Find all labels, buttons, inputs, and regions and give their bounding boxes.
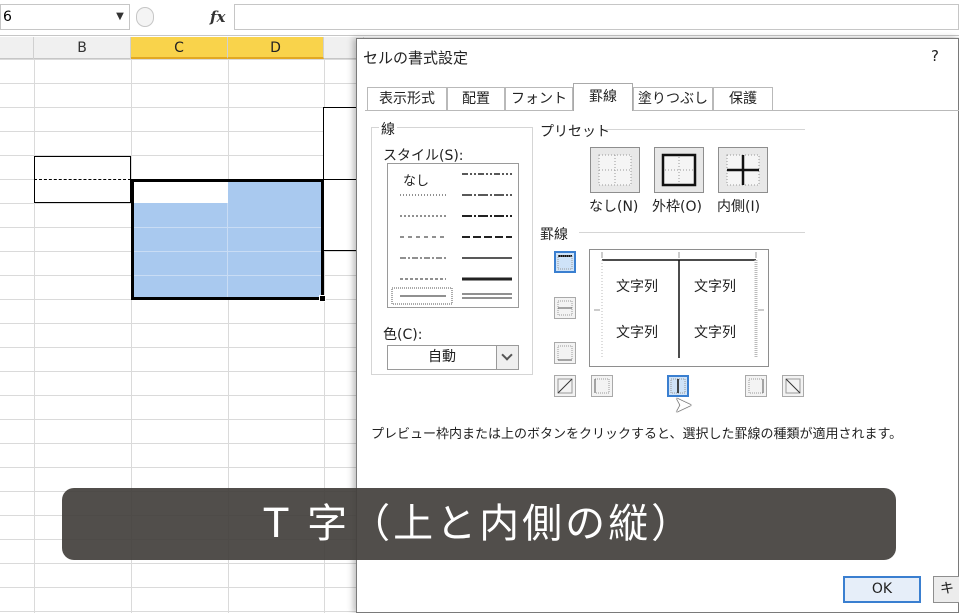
gridline-row bbox=[0, 587, 360, 588]
column-header-d[interactable]: D bbox=[228, 37, 324, 59]
fill-handle[interactable] bbox=[319, 295, 326, 302]
border-bottom-icon bbox=[557, 345, 573, 361]
cell-border-line bbox=[323, 179, 359, 180]
preset-inside-icon bbox=[726, 154, 760, 186]
formula-input[interactable] bbox=[234, 4, 959, 30]
gridline-row bbox=[0, 59, 360, 60]
gridline-row bbox=[0, 419, 360, 420]
preset-inside-button[interactable] bbox=[718, 147, 768, 193]
help-button[interactable]: ? bbox=[931, 47, 939, 65]
name-box-dropdown-icon[interactable]: ▼ bbox=[112, 4, 128, 30]
diagonal-down-icon bbox=[785, 378, 801, 394]
border-preview[interactable]: 文字列 文字列 文字列 文字列 bbox=[589, 249, 769, 367]
border-bottom-button[interactable] bbox=[554, 342, 576, 364]
preset-divider bbox=[605, 129, 805, 130]
active-cell[interactable] bbox=[131, 179, 228, 203]
gridline-row bbox=[0, 323, 360, 324]
preview-text: 文字列 bbox=[616, 325, 658, 341]
preset-outline-icon bbox=[661, 153, 697, 187]
preview-text: 文字列 bbox=[694, 325, 736, 341]
preset-outline-button[interactable] bbox=[654, 147, 704, 193]
color-dropdown[interactable]: 自動 bbox=[387, 345, 519, 370]
border-diagonal-up-button[interactable] bbox=[554, 375, 576, 397]
border-top-icon bbox=[557, 255, 573, 270]
border-diagonal-down-button[interactable] bbox=[782, 375, 804, 397]
color-dropdown-button[interactable] bbox=[496, 346, 518, 369]
preview-text: 文字列 bbox=[616, 279, 658, 295]
preset-none-icon bbox=[598, 154, 632, 186]
chevron-down-icon bbox=[501, 349, 513, 361]
caption-banner: T 字（上と内側の縦） bbox=[62, 488, 896, 560]
tab-number-format[interactable]: 表示形式 bbox=[367, 87, 447, 111]
gridline-row bbox=[0, 611, 360, 612]
border-description: プレビュー枠内または上のボタンをクリックすると、選択した罫線の種類が適用されます… bbox=[371, 427, 903, 442]
tab-border[interactable]: 罫線 bbox=[573, 83, 633, 111]
line-group-label: 線 bbox=[379, 119, 397, 139]
column-header-b[interactable]: B bbox=[34, 37, 131, 59]
border-left-button[interactable] bbox=[591, 375, 613, 397]
dialog-title: セルの書式設定 bbox=[363, 49, 469, 67]
gridline-row bbox=[0, 371, 360, 372]
mouse-pointer-icon: ➤ bbox=[674, 393, 693, 418]
column-header-c[interactable]: C bbox=[131, 37, 228, 59]
preview-text: 文字列 bbox=[694, 279, 736, 295]
dashed-border bbox=[34, 179, 131, 180]
gridline-column bbox=[34, 59, 35, 613]
preset-inside-label: 内側(I) bbox=[717, 199, 761, 215]
tab-font[interactable]: フォント bbox=[505, 87, 573, 111]
gridline-row bbox=[0, 395, 360, 396]
formula-controls: fx bbox=[132, 4, 232, 30]
gridline-row bbox=[0, 83, 360, 84]
formula-bar: 6 ▼ fx bbox=[0, 0, 959, 36]
gridline-row bbox=[0, 347, 360, 348]
color-label: 色(C): bbox=[383, 327, 423, 343]
insert-function-button[interactable]: fx bbox=[210, 4, 225, 30]
name-box[interactable]: 6 bbox=[0, 4, 130, 30]
border-divider bbox=[579, 232, 805, 233]
tab-protection[interactable]: 保護 bbox=[713, 87, 773, 111]
tab-alignment[interactable]: 配置 bbox=[447, 87, 505, 111]
border-right-button[interactable] bbox=[745, 375, 767, 397]
border-preview-lines bbox=[594, 252, 764, 358]
preset-none-label: なし(N) bbox=[589, 199, 639, 215]
preset-outline-label: 外枠(O) bbox=[652, 199, 702, 215]
border-inside-horizontal-icon bbox=[557, 300, 573, 316]
preset-none-button[interactable] bbox=[590, 147, 640, 193]
ok-button[interactable]: OK bbox=[843, 576, 921, 603]
column-header-a[interactable] bbox=[0, 37, 34, 59]
diagonal-up-icon bbox=[557, 378, 573, 394]
color-value: 自動 bbox=[428, 349, 456, 365]
border-right-icon bbox=[748, 378, 764, 394]
gridline-row bbox=[0, 467, 360, 468]
caption-text: T 字（上と内側の縦） bbox=[263, 501, 695, 547]
border-left-icon bbox=[594, 378, 610, 394]
style-label: スタイル(S): bbox=[383, 148, 464, 164]
border-inside-horizontal-button[interactable] bbox=[554, 297, 576, 319]
gridline-row bbox=[0, 443, 360, 444]
cancel-entry-icon[interactable] bbox=[136, 7, 154, 27]
border-label: 罫線 bbox=[540, 227, 568, 243]
cancel-button[interactable]: キ bbox=[933, 576, 959, 603]
gridline-row bbox=[0, 131, 360, 132]
preset-label: プリセット bbox=[540, 124, 610, 140]
line-style-none[interactable]: なし bbox=[403, 170, 429, 189]
gridline-row bbox=[0, 563, 360, 564]
border-top-button[interactable] bbox=[554, 251, 576, 273]
gridline-row bbox=[0, 107, 360, 108]
tab-fill[interactable]: 塗りつぶし bbox=[633, 87, 713, 111]
